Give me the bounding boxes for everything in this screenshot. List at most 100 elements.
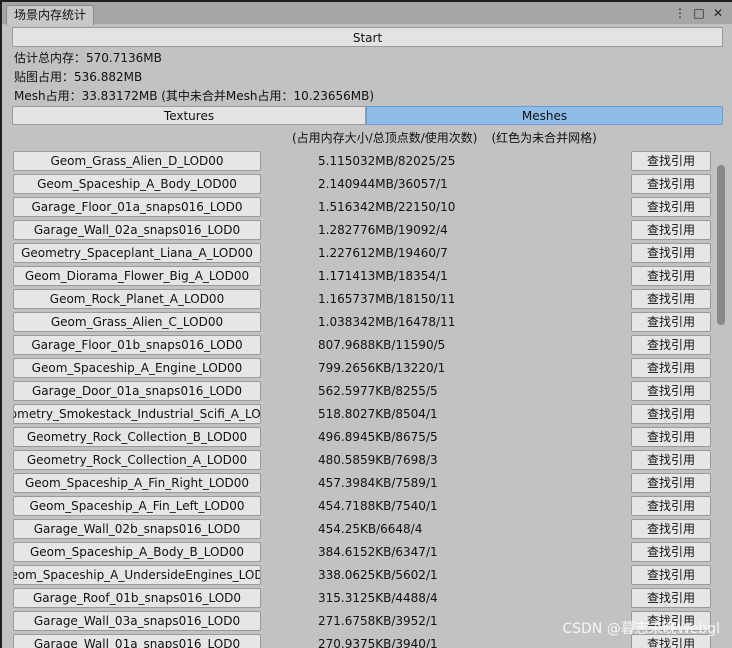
find-references-button[interactable]: 查找引用	[631, 174, 711, 194]
mesh-row: Geom_Grass_Alien_C_LOD00 1.038342MB/16478…	[2, 310, 714, 333]
mesh-name-button[interactable]: Garage_Floor_01b_snaps016_LOD0	[13, 335, 261, 355]
mesh-name-button[interactable]: Garage_Door_01a_snaps016_LOD0	[13, 381, 261, 401]
mesh-name-button[interactable]: Geometry_Rock_Collection_B_LOD00	[13, 427, 261, 447]
mesh-row: Geometry_Rock_Collection_A_LOD00 480.5859…	[2, 448, 714, 471]
find-references-button[interactable]: 查找引用	[631, 289, 711, 309]
mesh-name-button[interactable]: Garage_Wall_01a_snaps016_LOD0	[13, 634, 261, 648]
mesh-size-label: 518.8027KB/8504/1	[318, 407, 438, 421]
mesh-size-label: 271.6758KB/3952/1	[318, 614, 438, 628]
mesh-name-button[interactable]: Garage_Wall_02b_snaps016_LOD0	[13, 519, 261, 539]
mesh-row: Garage_Door_01a_snaps016_LOD0 562.5977KB/…	[2, 379, 714, 402]
mesh-name-button[interactable]: Geom_Spaceship_A_Body_B_LOD00	[13, 542, 261, 562]
mesh-row: Garage_Wall_02b_snaps016_LOD0 454.25KB/66…	[2, 517, 714, 540]
mesh-name-button[interactable]: ometry_Smokestack_Industrial_Scifi_A_LOI	[13, 404, 261, 424]
find-references-button[interactable]: 查找引用	[631, 404, 711, 424]
mesh-name-button[interactable]: eom_Spaceship_A_UndersideEngines_LOD	[13, 565, 261, 585]
mesh-row: Geom_Diorama_Flower_Big_A_LOD00 1.171413M…	[2, 264, 714, 287]
find-references-button[interactable]: 查找引用	[631, 312, 711, 332]
mesh-name-label: Garage_Wall_01a_snaps016_LOD0	[33, 637, 241, 648]
mesh-name-label: Garage_Door_01a_snaps016_LOD0	[32, 384, 242, 398]
find-references-button[interactable]: 查找引用	[631, 496, 711, 516]
find-references-button[interactable]: 查找引用	[631, 565, 711, 585]
mesh-name-button[interactable]: Geom_Spaceship_A_Engine_LOD00	[13, 358, 261, 378]
mesh-name-label: Geometry_Rock_Collection_A_LOD00	[26, 453, 248, 467]
mesh-name-button[interactable]: Geom_Rock_Planet_A_LOD00	[13, 289, 261, 309]
mesh-row: Garage_Floor_01b_snaps016_LOD0 807.9688KB…	[2, 333, 714, 356]
mesh-name-label: Garage_Wall_02a_snaps016_LOD0	[33, 223, 241, 237]
window-controls: ⋮ □ ✕	[674, 5, 724, 21]
mesh-name-label: Geom_Spaceship_A_Fin_Left_LOD00	[29, 499, 245, 513]
find-references-button[interactable]: 查找引用	[631, 588, 711, 608]
find-references-button[interactable]: 查找引用	[631, 381, 711, 401]
mesh-memory-label: Mesh占用：33.83172MB (其中未合并Mesh占用：10.23656M…	[14, 89, 375, 103]
mesh-name-label: Geometry_Spaceplant_Liana_A_LOD00	[21, 246, 253, 260]
mesh-row: Geom_Grass_Alien_D_LOD00 5.115032MB/82025…	[2, 149, 714, 172]
start-button[interactable]: Start	[12, 27, 723, 47]
find-references-button[interactable]: 查找引用	[631, 243, 711, 263]
find-references-button[interactable]: 查找引用	[631, 335, 711, 355]
mesh-row: Geom_Spaceship_A_Fin_Left_LOD00 454.7188K…	[2, 494, 714, 517]
memory-stats-window: 场景内存统计 ⋮ □ ✕ Start 估计总内存：570.7136MB 贴图占用…	[0, 0, 732, 648]
find-references-button[interactable]: 查找引用	[631, 358, 711, 378]
mesh-name-label: Geom_Grass_Alien_C_LOD00	[50, 315, 224, 329]
mesh-name-label: Geom_Spaceship_A_Fin_Right_LOD00	[24, 476, 250, 490]
mesh-name-label: Garage_Floor_01a_snaps016_LOD0	[31, 200, 243, 214]
mesh-name-button[interactable]: Garage_Roof_01b_snaps016_LOD0	[13, 588, 261, 608]
mesh-row: Geom_Spaceship_A_Body_B_LOD00 384.6152KB/…	[2, 540, 714, 563]
more-icon[interactable]: ⋮	[674, 5, 686, 21]
mesh-name-button[interactable]: Garage_Floor_01a_snaps016_LOD0	[13, 197, 261, 217]
unmerged-note-label: (红色为未合并网格)	[491, 131, 597, 145]
tab-textures[interactable]: Textures	[12, 106, 366, 125]
mesh-name-button[interactable]: Geometry_Spaceplant_Liana_A_LOD00	[13, 243, 261, 263]
mesh-size-label: 799.2656KB/13220/1	[318, 361, 446, 375]
mesh-name-button[interactable]: Garage_Wall_03a_snaps016_LOD0	[13, 611, 261, 631]
mesh-name-label: Geom_Rock_Planet_A_LOD00	[49, 292, 225, 306]
mesh-name-button[interactable]: Geometry_Rock_Collection_A_LOD00	[13, 450, 261, 470]
mesh-size-label: 1.282776MB/19092/4	[318, 223, 448, 237]
mesh-name-button[interactable]: Geom_Diorama_Flower_Big_A_LOD00	[13, 266, 261, 286]
mesh-list: Geom_Grass_Alien_D_LOD00 5.115032MB/82025…	[2, 147, 732, 648]
window-titlebar: 场景内存统计 ⋮ □ ✕	[2, 2, 732, 25]
mesh-size-label: 338.0625KB/5602/1	[318, 568, 438, 582]
mesh-row: Garage_Roof_01b_snaps016_LOD0 315.3125KB/…	[2, 586, 714, 609]
mesh-size-label: 384.6152KB/6347/1	[318, 545, 438, 559]
mesh-row: Garage_Wall_02a_snaps016_LOD0 1.282776MB/…	[2, 218, 714, 241]
scrollbar-thumb[interactable]	[717, 165, 725, 325]
mesh-size-label: 480.5859KB/7698/3	[318, 453, 438, 467]
find-references-button[interactable]: 查找引用	[631, 266, 711, 286]
mesh-name-button[interactable]: Geom_Spaceship_A_Body_LOD00	[13, 174, 261, 194]
tab-meshes[interactable]: Meshes	[366, 106, 723, 125]
find-references-button[interactable]: 查找引用	[631, 197, 711, 217]
mesh-size-label: 496.8945KB/8675/5	[318, 430, 438, 444]
scrollbar[interactable]	[714, 165, 728, 648]
mesh-name-button[interactable]: Geom_Grass_Alien_D_LOD00	[13, 151, 261, 171]
mesh-name-button[interactable]: Geom_Spaceship_A_Fin_Right_LOD00	[13, 473, 261, 493]
mesh-name-label: Garage_Floor_01b_snaps016_LOD0	[31, 338, 243, 352]
mesh-name-label: ometry_Smokestack_Industrial_Scifi_A_LOI	[13, 407, 261, 421]
maximize-icon[interactable]: □	[693, 5, 705, 21]
column-header: (占用内存大小/总顶点数/使用次数) (红色为未合并网格)	[292, 130, 597, 146]
mesh-name-button[interactable]: Geom_Spaceship_A_Fin_Left_LOD00	[13, 496, 261, 516]
mesh-size-label: 807.9688KB/11590/5	[318, 338, 446, 352]
mesh-name-label: Garage_Roof_01b_snaps016_LOD0	[32, 591, 242, 605]
find-references-button[interactable]: 查找引用	[631, 519, 711, 539]
mesh-size-label: 1.227612MB/19460/7	[318, 246, 448, 260]
mesh-size-label: 5.115032MB/82025/25	[318, 154, 456, 168]
watermark: CSDN @暮志未晚Webgl	[562, 621, 720, 637]
find-references-button[interactable]: 查找引用	[631, 151, 711, 171]
mesh-size-label: 2.140944MB/36057/1	[318, 177, 448, 191]
mesh-name-button[interactable]: Garage_Wall_02a_snaps016_LOD0	[13, 220, 261, 240]
close-icon[interactable]: ✕	[712, 5, 724, 21]
find-references-button[interactable]: 查找引用	[631, 220, 711, 240]
mesh-name-button[interactable]: Geom_Grass_Alien_C_LOD00	[13, 312, 261, 332]
mesh-row: ometry_Smokestack_Industrial_Scifi_A_LOI…	[2, 402, 714, 425]
mesh-row: Geometry_Rock_Collection_B_LOD00 496.8945…	[2, 425, 714, 448]
find-references-button[interactable]: 查找引用	[631, 542, 711, 562]
find-references-button[interactable]: 查找引用	[631, 427, 711, 447]
find-references-button[interactable]: 查找引用	[631, 473, 711, 493]
window-tab[interactable]: 场景内存统计	[6, 5, 95, 25]
texture-memory-label: 贴图占用：536.882MB	[14, 70, 143, 84]
find-references-button[interactable]: 查找引用	[631, 450, 711, 470]
mesh-name-label: Garage_Wall_02b_snaps016_LOD0	[33, 522, 241, 536]
mesh-name-label: Geom_Grass_Alien_D_LOD00	[50, 154, 224, 168]
